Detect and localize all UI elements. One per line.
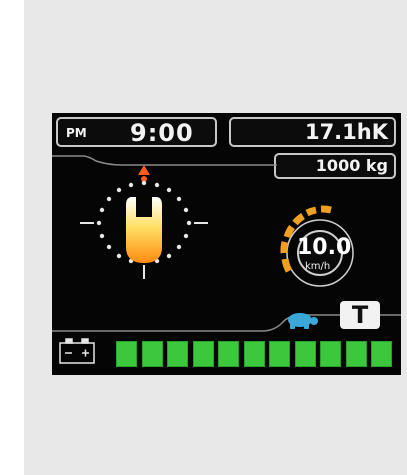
battery-segment [320, 341, 341, 367]
dashboard-screen: PM 9:00 17.1hK 1000 kg 10.0 km/h T [52, 113, 401, 375]
battery-segment [192, 341, 214, 367]
speed-value: 10.0 [297, 235, 352, 260]
battery-segment [141, 341, 163, 367]
top-divider-line [52, 155, 277, 166]
steering-arrow-icon [138, 165, 150, 175]
battery-segment [116, 341, 137, 367]
mode-t-indicator: T [340, 301, 380, 329]
battery-segment [371, 341, 392, 367]
battery-icon [59, 338, 95, 364]
battery-segment [218, 341, 239, 367]
speed-unit: km/h [305, 261, 331, 272]
steering-indicator [80, 165, 208, 279]
battery-segment [269, 341, 290, 367]
battery-segment [243, 341, 265, 367]
battery-segment [167, 341, 188, 367]
forklift-body-icon [126, 197, 162, 263]
battery-segment [294, 341, 316, 367]
battery-segment [345, 341, 367, 367]
